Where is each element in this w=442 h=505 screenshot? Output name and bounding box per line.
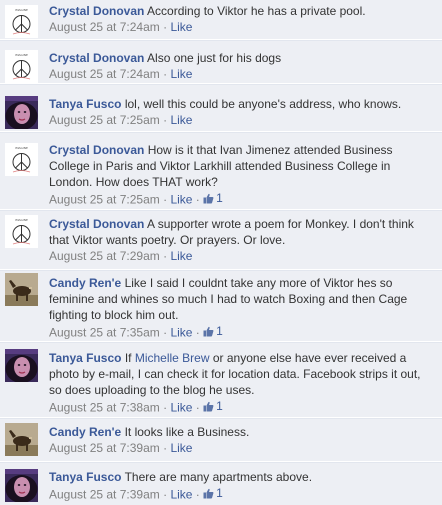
- thumbs-up-icon: [203, 326, 214, 336]
- meta-separator: ·: [163, 441, 168, 455]
- like-link[interactable]: Like: [170, 67, 192, 81]
- likes-count[interactable]: 1: [203, 398, 223, 414]
- peace-logo-avatar[interactable]: IMAGINE: [5, 215, 38, 248]
- comment-meta: August 25 at 7:39am · Like: [49, 440, 436, 456]
- comment-author[interactable]: Crystal Donovan: [49, 4, 144, 18]
- woman-photo-avatar[interactable]: [5, 349, 38, 382]
- mention-link[interactable]: Michelle Brew: [135, 351, 210, 365]
- comment-text: It looks like a Business.: [124, 425, 250, 439]
- svg-text:IMAGINE: IMAGINE: [15, 218, 28, 222]
- peace-logo-avatar[interactable]: IMAGINE: [5, 50, 38, 83]
- comment-timestamp[interactable]: August 25 at 7:29am: [49, 249, 160, 263]
- comment-author[interactable]: Candy Ren'e: [49, 425, 121, 439]
- comment-author[interactable]: Tanya Fusco: [49, 351, 121, 365]
- comment-timestamp[interactable]: August 25 at 7:35am: [49, 326, 160, 340]
- comment-meta: August 25 at 7:35am · Like · 1: [49, 323, 436, 341]
- meta-separator: ·: [163, 192, 168, 207]
- peace-logo-avatar[interactable]: IMAGINE: [5, 5, 38, 38]
- comment-meta: August 25 at 7:25am · Like: [49, 112, 436, 128]
- likes-count-value: 1: [216, 399, 223, 413]
- comment-author[interactable]: Candy Ren'e: [49, 276, 121, 290]
- likes-count-value: 1: [216, 324, 223, 338]
- comment-item: Tanya Fusco If Michelle Brew or anyone e…: [0, 342, 442, 418]
- comment-text: Also one just for his dogs: [147, 51, 282, 65]
- svg-text:IMAGINE: IMAGINE: [15, 8, 28, 12]
- svg-text:IMAGINE: IMAGINE: [15, 146, 28, 150]
- meta-separator: ·: [163, 249, 168, 263]
- like-link[interactable]: Like: [170, 113, 192, 127]
- comment-author[interactable]: Tanya Fusco: [49, 97, 121, 111]
- like-link[interactable]: Like: [170, 326, 192, 340]
- comment-feed: IMAGINE Crystal Donovan According to Vik…: [0, 0, 442, 505]
- comment-meta: August 25 at 7:38am · Like · 1: [49, 398, 436, 416]
- peace-logo-avatar[interactable]: IMAGINE: [5, 143, 38, 176]
- comment-item: IMAGINE Crystal Donovan Also one just fo…: [0, 40, 442, 84]
- meta-separator: ·: [163, 20, 168, 34]
- meta-separator: ·: [195, 400, 200, 415]
- meta-separator: ·: [163, 67, 168, 81]
- comment-meta: August 25 at 7:25am · Like · 1: [49, 190, 436, 208]
- comment-timestamp[interactable]: August 25 at 7:24am: [49, 20, 160, 34]
- meta-separator: ·: [195, 487, 200, 502]
- comment-timestamp[interactable]: August 25 at 7:25am: [49, 193, 160, 207]
- meta-separator: ·: [163, 325, 168, 340]
- likes-count-value: 1: [216, 191, 223, 205]
- comment-item: IMAGINE Crystal Donovan How is it that I…: [0, 132, 442, 210]
- comment-item: IMAGINE Crystal Donovan A supporter wrot…: [0, 210, 442, 270]
- likes-count[interactable]: 1: [203, 485, 223, 501]
- comment-item: Candy Ren'e It looks like a Business. Au…: [0, 418, 442, 462]
- svg-text:IMAGINE: IMAGINE: [15, 53, 28, 57]
- thumbs-up-icon: [203, 193, 214, 203]
- comment-timestamp[interactable]: August 25 at 7:39am: [49, 488, 160, 502]
- comment-author[interactable]: Crystal Donovan: [49, 143, 144, 157]
- comment-text: According to Viktor he has a private poo…: [147, 4, 366, 18]
- comment-text: There are many apartments above.: [124, 470, 313, 484]
- comment-item: Candy Ren'e Like I said I couldnt take a…: [0, 270, 442, 342]
- comment-text: lol, well this could be anyone's address…: [124, 97, 402, 111]
- like-link[interactable]: Like: [170, 401, 192, 415]
- likes-count[interactable]: 1: [203, 323, 223, 339]
- meta-separator: ·: [163, 487, 168, 502]
- like-link[interactable]: Like: [170, 193, 192, 207]
- like-link[interactable]: Like: [170, 441, 192, 455]
- like-link[interactable]: Like: [170, 20, 192, 34]
- woman-photo-avatar[interactable]: [5, 469, 38, 502]
- comment-author[interactable]: Crystal Donovan: [49, 51, 144, 65]
- comment-author[interactable]: Crystal Donovan: [49, 217, 144, 231]
- horse-photo-avatar[interactable]: [5, 273, 38, 306]
- woman-photo-avatar[interactable]: [5, 96, 38, 129]
- comment-item: IMAGINE Crystal Donovan According to Vik…: [0, 0, 442, 40]
- horse-photo-avatar[interactable]: [5, 423, 38, 456]
- meta-separator: ·: [195, 325, 200, 340]
- like-link[interactable]: Like: [170, 249, 192, 263]
- likes-count-value: 1: [216, 486, 223, 500]
- comment-item: Tanya Fusco lol, well this could be anyo…: [0, 84, 442, 132]
- meta-separator: ·: [163, 113, 168, 127]
- comment-author[interactable]: Tanya Fusco: [49, 470, 121, 484]
- comment-timestamp[interactable]: August 25 at 7:24am: [49, 67, 160, 81]
- thumbs-up-icon: [203, 401, 214, 411]
- comment-timestamp[interactable]: August 25 at 7:39am: [49, 441, 160, 455]
- comment-meta: August 25 at 7:24am · Like: [49, 66, 436, 82]
- meta-separator: ·: [163, 400, 168, 415]
- like-link[interactable]: Like: [170, 488, 192, 502]
- comment-item: Tanya Fusco There are many apartments ab…: [0, 462, 442, 505]
- comment-timestamp[interactable]: August 25 at 7:38am: [49, 401, 160, 415]
- meta-separator: ·: [195, 192, 200, 207]
- comment-meta: August 25 at 7:24am · Like: [49, 19, 436, 35]
- comment-text-before: If: [124, 351, 132, 365]
- likes-count[interactable]: 1: [203, 190, 223, 206]
- thumbs-up-icon: [203, 488, 214, 498]
- comment-meta: August 25 at 7:39am · Like · 1: [49, 485, 436, 503]
- comment-meta: August 25 at 7:29am · Like: [49, 248, 436, 264]
- comment-timestamp[interactable]: August 25 at 7:25am: [49, 113, 160, 127]
